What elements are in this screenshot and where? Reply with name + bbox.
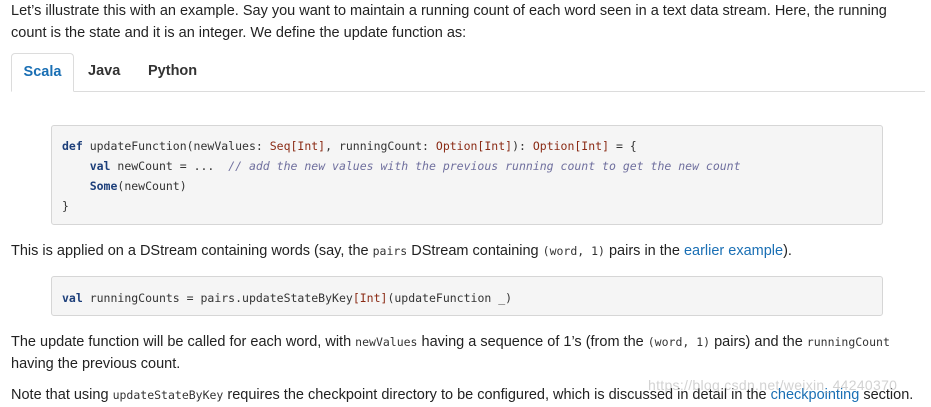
code-line: val newCount = ... // add the new values… xyxy=(62,156,872,176)
code-text: , runningCount: xyxy=(325,139,436,153)
code-keyword: val xyxy=(89,159,111,173)
code-keyword: Some xyxy=(89,179,118,193)
watermark: https://blog.csdn.net/weixin_44240370 xyxy=(648,377,898,393)
code-text: ): xyxy=(512,139,533,153)
applied-paragraph: This is applied on a DStream containing … xyxy=(11,240,923,262)
code-line: def updateFunction(newValues: Seq[Int], … xyxy=(62,136,872,156)
inline-code: updateStateByKey xyxy=(112,388,224,402)
code-comment: // add the new values with the previous … xyxy=(228,159,741,173)
code-block-running-counts: val runningCounts = pairs.updateStateByK… xyxy=(51,276,883,316)
code-block-update-function: def updateFunction(newValues: Seq[Int], … xyxy=(51,125,883,225)
inline-code: pairs xyxy=(372,244,408,258)
text: This is applied on a DStream containing … xyxy=(11,243,373,259)
code-line: val runningCounts = pairs.updateStateByK… xyxy=(62,288,872,308)
code-text: (updateFunction _) xyxy=(387,291,513,305)
intro-paragraph: Let’s illustrate this with an example. S… xyxy=(11,3,887,41)
code-line: Some(newCount) xyxy=(62,176,872,196)
code-text: (newCount) xyxy=(117,179,187,193)
text: The update function will be called for e… xyxy=(11,334,356,350)
code-text: = { xyxy=(609,139,637,153)
code-line: } xyxy=(62,199,69,213)
tab-scala[interactable]: Scala xyxy=(11,53,74,92)
inline-code: runningCount xyxy=(806,335,890,349)
language-tabs: Scala Java Python xyxy=(11,53,925,92)
code-type: [Int] xyxy=(352,291,388,305)
code-type: Option[Int] xyxy=(435,139,513,153)
code-type: Seq[Int] xyxy=(269,139,326,153)
text: DStream containing xyxy=(407,243,543,259)
text: pairs) and the xyxy=(710,334,807,350)
code-type: Option[Int] xyxy=(532,139,610,153)
tab-python[interactable]: Python xyxy=(148,53,197,90)
text: having the previous count. xyxy=(11,356,181,372)
inline-code: (word, 1) xyxy=(542,244,605,258)
text: Note that using xyxy=(11,387,113,403)
update-function-paragraph: The update function will be called for e… xyxy=(11,331,923,375)
code-keyword: def xyxy=(62,139,83,153)
inline-code: newValues xyxy=(355,335,418,349)
code-text: runningCounts = pairs.updateStateByKey xyxy=(82,291,353,305)
earlier-example-link[interactable]: earlier example xyxy=(684,243,783,259)
text: ). xyxy=(783,243,792,259)
text: pairs in the xyxy=(604,243,684,259)
code-text: updateFunction(newValues: xyxy=(82,139,270,153)
code-text: newCount = ... xyxy=(110,159,229,173)
tab-java[interactable]: Java xyxy=(88,53,120,90)
code-keyword: val xyxy=(62,291,83,305)
inline-code: (word, 1) xyxy=(647,335,711,349)
text: having a sequence of 1’s (from the xyxy=(417,334,648,350)
